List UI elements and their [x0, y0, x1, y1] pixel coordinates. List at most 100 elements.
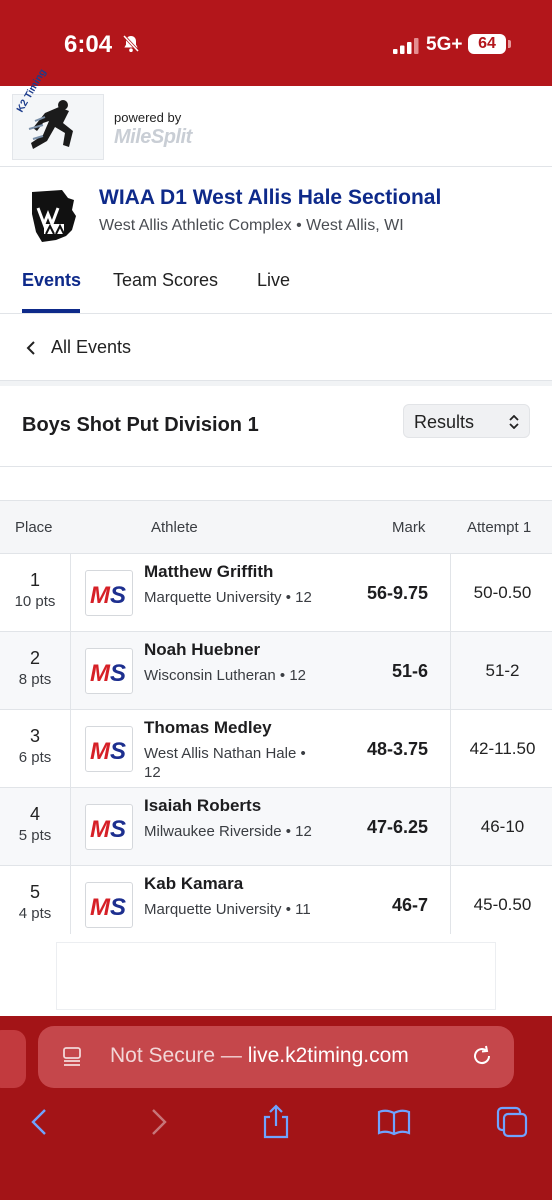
athlete-name[interactable]: Matthew Griffith [144, 562, 273, 582]
place: 4 [29, 804, 40, 824]
svg-text:S: S [110, 816, 126, 843]
svg-text:S: S [110, 660, 126, 687]
attempt-1: 46-10 [480, 817, 525, 836]
mark: 51-6 [391, 661, 428, 681]
powered-by-label: powered by [114, 110, 182, 125]
place: 1 [29, 570, 40, 590]
athlete-name[interactable]: Kab Kamara [144, 874, 243, 894]
place: 5 [29, 882, 40, 902]
points: 8 pts [18, 671, 52, 688]
table-row[interactable]: 3 6 pts MS Thomas Medley West Allis Nath… [0, 710, 552, 788]
cell-divider [70, 788, 71, 865]
tab-events[interactable]: Events [22, 270, 81, 291]
athlete-team: Milwaukee Riverside • 12 [144, 823, 312, 840]
battery-cap [508, 40, 511, 48]
cell-divider [450, 554, 451, 631]
table-row[interactable]: 5 4 pts MS Kab Kamara Marquette Universi… [0, 866, 552, 934]
header-place[interactable]: Place [15, 519, 53, 536]
points: 10 pts [14, 593, 56, 610]
table-row[interactable]: 1 10 pts MS Matthew Griffith Marquette U… [0, 554, 552, 632]
header-athlete[interactable]: Athlete [151, 519, 198, 536]
svg-text:S: S [110, 738, 126, 765]
results-view-select[interactable]: Results [403, 404, 530, 438]
share-icon[interactable] [258, 1104, 294, 1140]
svg-text:S: S [110, 894, 126, 921]
back-chevron-icon [26, 341, 35, 355]
athlete-team: West Allis Nathan Hale • 12 [144, 745, 306, 781]
mark: 48-3.75 [366, 739, 428, 759]
cell-divider [70, 866, 71, 934]
url-bar[interactable]: Not Secure — live.k2timing.com [38, 1026, 514, 1088]
milesplit-logo[interactable]: MileSplit [114, 126, 192, 149]
athlete-team: Marquette University • 11 [144, 901, 311, 918]
team-logo: MS [85, 570, 133, 616]
svg-text:M: M [90, 660, 111, 687]
table-row[interactable]: 2 8 pts MS Noah Huebner Wisconsin Luther… [0, 632, 552, 710]
back-icon[interactable] [22, 1104, 58, 1140]
wiaa-logo [32, 190, 76, 242]
bell-slash-icon [122, 34, 140, 53]
bookmarks-icon[interactable] [376, 1104, 412, 1140]
results-select-value: Results [414, 412, 475, 432]
team-logo: MS [85, 882, 133, 928]
table-header: Place Athlete Mark Attempt 1 [0, 500, 552, 554]
url-text: Not Secure — live.k2timing.com [110, 1044, 409, 1068]
all-events-link[interactable]: All Events [0, 315, 552, 379]
team-logo: MS [85, 726, 133, 772]
cell-divider [450, 632, 451, 709]
tab-bar: Events Team Scores Live [0, 262, 552, 314]
cell-divider [450, 710, 451, 787]
attempt-1: 50-0.50 [473, 583, 532, 602]
table-row[interactable]: 4 5 pts MS Isaiah Roberts Milwaukee Rive… [0, 788, 552, 866]
tabs-icon[interactable] [494, 1104, 530, 1140]
tab-live[interactable]: Live [257, 270, 290, 291]
attempt-1: 42-11.50 [469, 739, 536, 758]
attempt-1: 51-2 [485, 661, 520, 680]
athlete-team: Wisconsin Lutheran • 12 [144, 667, 307, 684]
cell-divider [70, 632, 71, 709]
title-divider [0, 466, 552, 467]
athlete-name[interactable]: Isaiah Roberts [144, 796, 261, 816]
svg-text:M: M [90, 816, 111, 843]
ad-placeholder [56, 942, 496, 1010]
points: 5 pts [18, 827, 52, 844]
cell-divider [70, 554, 71, 631]
tab-team-scores[interactable]: Team Scores [113, 270, 218, 291]
points: 4 pts [18, 905, 52, 922]
domain-label: live.k2timing.com [247, 1044, 409, 1067]
signal-icon [393, 38, 419, 54]
section-separator [0, 380, 552, 386]
athlete-team: Marquette University • 12 [144, 589, 312, 606]
cell-divider [450, 788, 451, 865]
header-divider [0, 166, 552, 167]
network-label: 5G+ [426, 34, 463, 55]
place: 2 [29, 648, 40, 668]
meet-location: West Allis Athletic Complex • West Allis… [99, 217, 404, 234]
active-tab-indicator [22, 309, 80, 313]
svg-text:M: M [90, 582, 111, 609]
forward-icon[interactable] [140, 1104, 176, 1140]
header-attempt-1[interactable]: Attempt 1 [467, 519, 531, 536]
mark: 46-7 [391, 895, 428, 915]
athlete-name[interactable]: Noah Huebner [144, 640, 260, 660]
header-mark[interactable]: Mark [392, 519, 425, 536]
place: 3 [29, 726, 40, 746]
timer-header: K2 Timing powered by MileSplit [0, 67, 552, 166]
previous-tab-preview[interactable] [0, 1030, 26, 1088]
mark: 56-9.75 [366, 583, 428, 603]
status-bar: 6:04 5G+ 64 [0, 0, 552, 86]
k2-timing-logo[interactable]: K2 Timing [12, 67, 104, 160]
svg-text:M: M [90, 738, 111, 765]
all-events-label: All Events [51, 337, 132, 357]
mark: 47-6.25 [366, 817, 428, 837]
meet-title[interactable]: WIAA D1 West Allis Hale Sectional [99, 186, 441, 210]
browser-toolbar: Not Secure — live.k2timing.com [0, 1016, 552, 1200]
reload-icon[interactable] [470, 1044, 494, 1068]
svg-text:S: S [110, 582, 126, 609]
cell-divider [70, 710, 71, 787]
athlete-name[interactable]: Thomas Medley [144, 718, 272, 738]
select-arrows-icon [509, 415, 519, 429]
attempt-1: 45-0.50 [473, 895, 532, 914]
battery-indicator: 64 [468, 34, 506, 54]
reader-icon[interactable] [62, 1046, 82, 1066]
